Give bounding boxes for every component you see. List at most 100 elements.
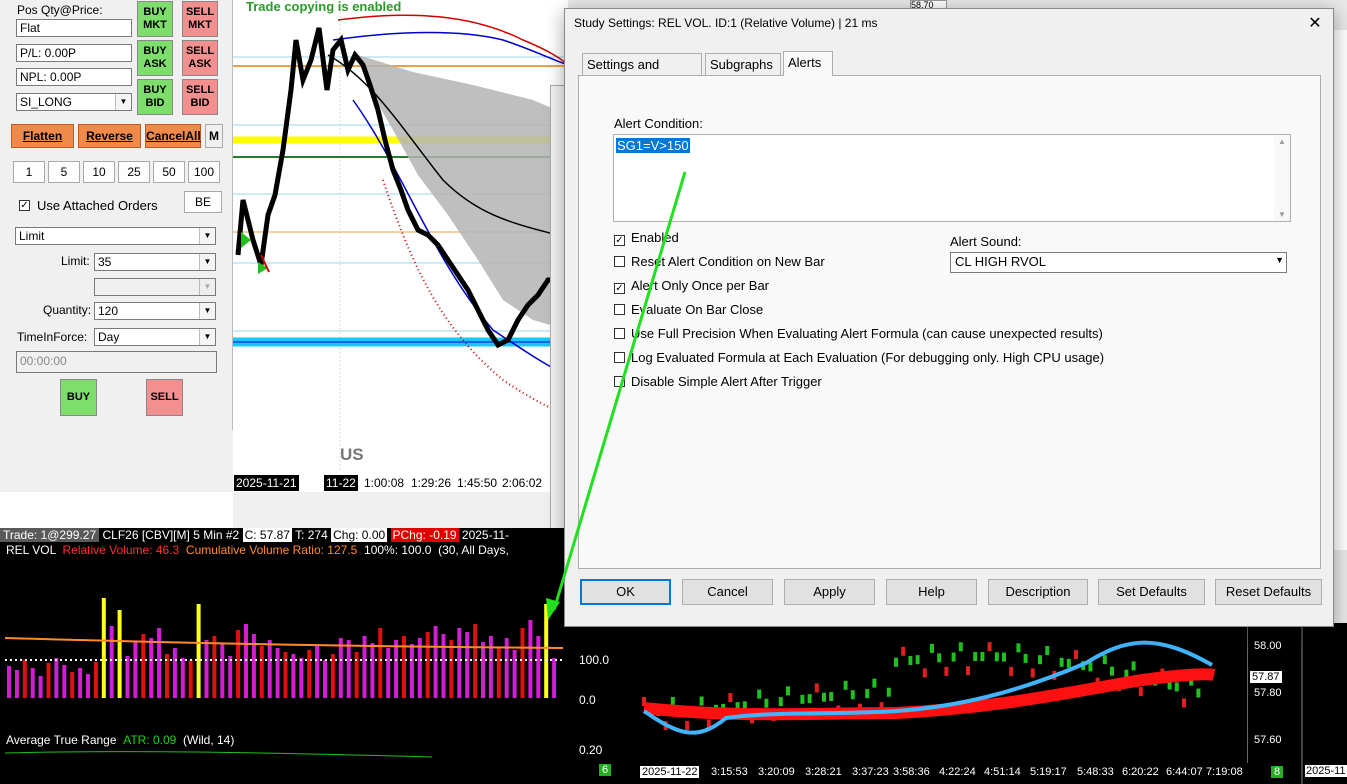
price-bar (685, 721, 690, 730)
cum-ratio-line (4, 637, 564, 649)
tab-subgraphs[interactable]: Subgraphs (705, 53, 781, 75)
tab-settings-and-inputs[interactable]: Settings and Inputs (582, 53, 702, 94)
dialog-title: Study Settings: REL VOL. ID:1 (Relative … (574, 16, 878, 30)
price-bar (865, 689, 870, 699)
rel-vol-chart[interactable]: Trade: 1@299.27 CLF26 [CBV][M] 5 Min #2 … (0, 528, 617, 784)
volume-bar (441, 634, 446, 698)
price-bar (1088, 662, 1093, 672)
tif-select[interactable]: Day ▼ (94, 328, 216, 346)
price-bar (757, 689, 762, 699)
annotation-arrow (546, 171, 687, 620)
reverse-button[interactable]: Reverse (78, 124, 141, 148)
volume-bar (465, 632, 470, 698)
help-button[interactable]: Help (886, 579, 977, 605)
volume-bar (204, 640, 209, 698)
volume-bar (7, 666, 11, 698)
cancel-all-button[interactable]: CancelAll (145, 124, 201, 148)
volume-bar (481, 642, 485, 698)
stop-input: ▼ (94, 278, 216, 296)
price-chart-2[interactable]: 58.00 57.87 57.80 57.60 2025-11-22 3:15:… (633, 623, 1347, 784)
close-icon[interactable]: ✕ (1305, 13, 1325, 33)
behind-window-edge (1332, 30, 1347, 550)
alert-sound-select[interactable]: CL HIGH RVOL ▼ (950, 252, 1287, 273)
price-bar (1182, 698, 1186, 708)
description-button[interactable]: Description (988, 579, 1088, 605)
price-bar (1059, 657, 1064, 667)
sell-mkt-button[interactable]: SELL MKT (182, 1, 218, 37)
volume-bar (125, 656, 130, 698)
pct-value: 100%: 100.0 (364, 543, 432, 557)
price-bar (1102, 655, 1107, 665)
chevron-down-icon[interactable]: ▼ (199, 254, 215, 270)
flatten-button[interactable]: Flatten (11, 124, 74, 148)
be-button[interactable]: BE (184, 191, 222, 213)
volume-bar (512, 650, 517, 698)
scroll-down-icon[interactable]: ▼ (1278, 210, 1286, 219)
chevron-down-icon[interactable]: ▼ (199, 303, 215, 319)
buy-mkt-button[interactable]: BUY MKT (137, 1, 173, 37)
far-right-chart: 2025-11 (1301, 623, 1347, 784)
reset-defaults-button[interactable]: Reset Defaults (1215, 579, 1322, 605)
trade-window-gap (0, 430, 233, 492)
date-tick: 2025-11-21 (234, 475, 299, 491)
volume-bar (149, 638, 154, 698)
option-label: Log Evaluated Formula at Each Evaluation… (631, 350, 1105, 365)
account-select[interactable]: SI_LONG ▼ (16, 93, 132, 111)
price-bar (994, 652, 999, 662)
price-bar (728, 692, 733, 702)
volume-bar (449, 640, 454, 698)
price-bar (937, 653, 942, 663)
buy-bid-button[interactable]: BUY BID (137, 79, 173, 115)
volume-bar (496, 648, 501, 698)
set-defaults-button[interactable]: Set Defaults (1098, 579, 1205, 605)
chevron-down-icon[interactable]: ▼ (199, 228, 215, 244)
qty-25-button[interactable]: 25 (118, 161, 150, 183)
order-type-select[interactable]: Limit ▼ (15, 227, 216, 245)
attached-orders-checkbox[interactable]: ✓ (19, 200, 30, 211)
atr-value: ATR: 0.09 (123, 733, 177, 747)
m-button[interactable]: M (205, 124, 223, 148)
buy-button[interactable]: BUY (60, 379, 97, 416)
time-tick: 3:37:23 (852, 766, 889, 778)
qty-1-button[interactable]: 1 (13, 161, 45, 183)
time-tick: 4:51:14 (984, 766, 1021, 778)
limit-input[interactable]: 35 ▼ (94, 253, 216, 271)
time-tick: 3:28:21 (805, 766, 842, 778)
volume-bar (22, 660, 27, 698)
tif-label: TimeInForce: (17, 330, 88, 344)
buy-ask-button[interactable]: BUY ASK (137, 40, 173, 76)
sell-ask-button[interactable]: SELL ASK (182, 40, 218, 76)
info-chart-id: #2 (225, 528, 240, 542)
chevron-down-icon[interactable]: ▼ (1275, 255, 1284, 265)
volume-bar (78, 668, 83, 698)
qty-100-button[interactable]: 100 (188, 161, 220, 183)
chevron-down-icon[interactable]: ▼ (115, 94, 131, 110)
alert-condition-textarea[interactable]: SG1=V>150 ▲ ▼ (613, 134, 1291, 222)
volume-bar (117, 610, 122, 698)
tab-alerts[interactable]: Alerts (783, 51, 833, 76)
qty-5-button[interactable]: 5 (48, 161, 80, 183)
option-label: Use Full Precision When Evaluating Alert… (631, 326, 1103, 341)
volume-bar (283, 652, 288, 698)
qty-50-button[interactable]: 50 (153, 161, 185, 183)
price-chart[interactable]: Trade copying is enabled US 2025-11-21 1… (233, 0, 568, 492)
sell-bid-button[interactable]: SELL BID (182, 79, 218, 115)
info-close: C: 57.87 (242, 528, 292, 542)
sell-button[interactable]: SELL (146, 379, 183, 416)
info-interval: 5 Min (193, 528, 223, 542)
volume-bar (54, 658, 59, 698)
qty-10-button[interactable]: 10 (83, 161, 115, 183)
price-bar (987, 642, 992, 652)
apply-button[interactable]: Apply (784, 579, 875, 605)
quantity-input[interactable]: 120 ▼ (94, 302, 216, 320)
scrollbar[interactable]: ▲ ▼ (1274, 135, 1290, 221)
atr-params: (Wild, 14) (183, 733, 235, 747)
time-tick: 4:22:24 (939, 766, 976, 778)
scroll-up-icon[interactable]: ▲ (1278, 137, 1286, 146)
time-tick: 6:20:22 (1122, 766, 1159, 778)
price-bar (872, 678, 877, 688)
account-value: SI_LONG (20, 95, 73, 109)
chevron-down-icon[interactable]: ▼ (199, 329, 215, 345)
volume-bar (259, 646, 264, 698)
time-tick: 6:44:07 (1166, 766, 1203, 778)
